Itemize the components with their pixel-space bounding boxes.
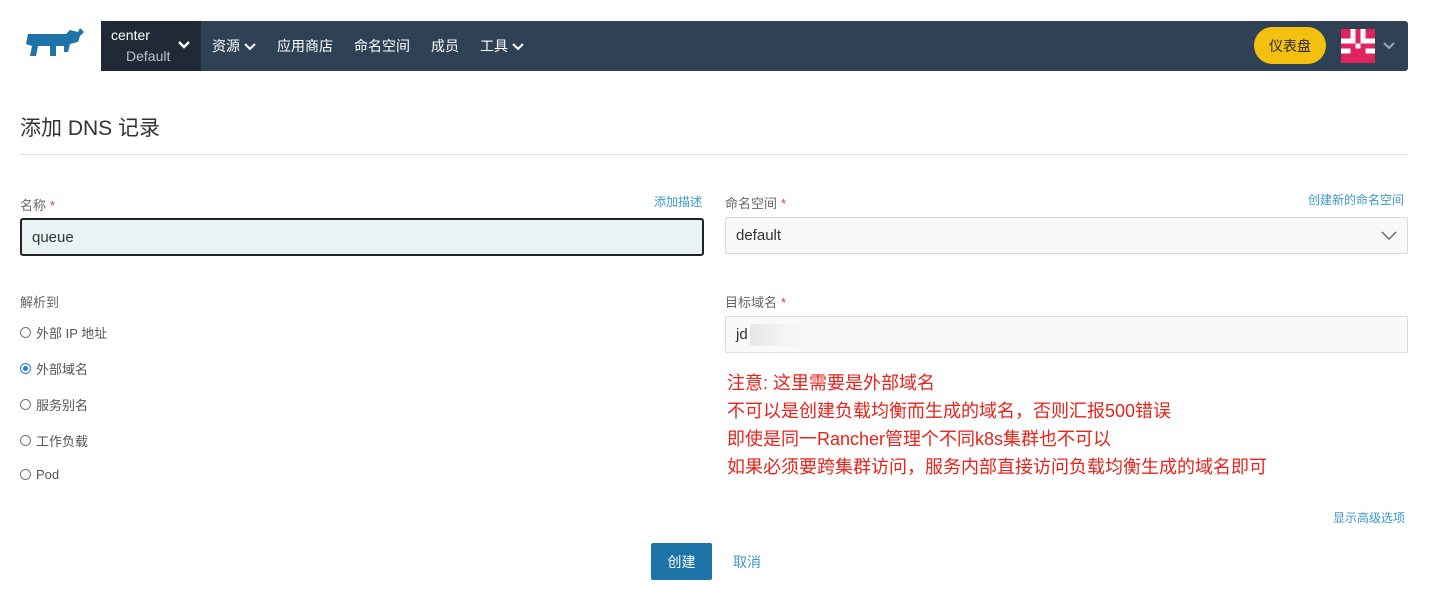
- target-domain-label: 目标域名 *: [725, 292, 786, 311]
- radio-icon[interactable]: [20, 469, 31, 480]
- nav-item-tools[interactable]: 工具: [480, 36, 524, 56]
- radio-checked-icon[interactable]: [20, 363, 31, 374]
- required-mark: *: [781, 295, 787, 310]
- target-domain-value: jd: [736, 326, 748, 343]
- radio-icon[interactable]: [20, 399, 31, 410]
- namespace-label: 命名空间 *: [725, 193, 786, 212]
- nav-item-label: 工具: [480, 38, 508, 54]
- chevron-down-icon: [178, 41, 190, 49]
- nav-item-app-store[interactable]: 应用商店: [277, 36, 333, 56]
- resolve-label: 解析到: [20, 295, 60, 310]
- chevron-down-icon: [512, 42, 524, 50]
- nav-item-namespaces[interactable]: 命名空间: [354, 36, 410, 56]
- required-mark: *: [781, 196, 787, 211]
- radio-icon[interactable]: [20, 435, 31, 446]
- nav-item-label: 应用商店: [277, 38, 333, 54]
- radio-label: 外部 IP 地址: [36, 326, 108, 341]
- dashboard-button[interactable]: 仪表盘: [1254, 27, 1326, 64]
- radio-pod[interactable]: Pod: [20, 467, 59, 482]
- create-namespace-link[interactable]: 创建新的命名空间: [1308, 191, 1404, 208]
- add-description-link[interactable]: 添加描述: [654, 193, 702, 210]
- radio-service-alias[interactable]: 服务别名: [20, 395, 88, 414]
- radio-label: 服务别名: [36, 398, 89, 413]
- user-avatar[interactable]: [1341, 29, 1375, 63]
- namespace-select[interactable]: default: [725, 217, 1408, 254]
- redacted-text: [749, 323, 808, 346]
- chevron-down-icon: [244, 42, 256, 50]
- cluster-project-switcher[interactable]: center Default: [101, 21, 201, 71]
- cancel-button[interactable]: 取消: [733, 552, 761, 572]
- create-button[interactable]: 创建: [651, 543, 712, 580]
- name-label-text: 名称: [20, 198, 47, 213]
- namespace-label-text: 命名空间: [725, 196, 778, 211]
- nav-item-label: 资源: [212, 38, 240, 54]
- chevron-down-icon[interactable]: [1382, 41, 1396, 51]
- radio-label: Pod: [36, 467, 60, 482]
- show-advanced-options-link[interactable]: 显示高级选项: [1333, 509, 1405, 526]
- radio-workload[interactable]: 工作负载: [20, 431, 88, 450]
- nav-item-label: 命名空间: [354, 38, 410, 54]
- annotation-line-3: 即使是同一Rancher管理个不同k8s集群也不可以: [727, 429, 1112, 449]
- main-nav: 资源 应用商店 命名空间 成员 工具: [212, 21, 545, 71]
- cluster-name: center: [111, 27, 150, 43]
- rancher-logo[interactable]: [20, 26, 92, 66]
- radio-icon[interactable]: [20, 327, 31, 338]
- nav-item-resources[interactable]: 资源: [212, 36, 256, 56]
- radio-external-domain[interactable]: 外部域名: [20, 359, 88, 378]
- target-domain-input[interactable]: jd: [725, 316, 1408, 353]
- annotation-line-1: 注意: 这里需要是外部域名: [727, 373, 936, 393]
- radio-label: 工作负载: [36, 434, 89, 449]
- nav-item-label: 成员: [431, 38, 459, 54]
- name-input[interactable]: queue: [20, 218, 704, 256]
- namespace-selected-value: default: [736, 227, 782, 244]
- nav-item-members[interactable]: 成员: [431, 36, 459, 56]
- top-nav-bar: center Default 资源 应用商店 命名空间 成员 工具 仪表盘: [101, 21, 1408, 71]
- project-name: Default: [126, 48, 171, 64]
- required-mark: *: [50, 198, 56, 213]
- radio-external-ip[interactable]: 外部 IP 地址: [20, 323, 107, 342]
- annotation-line-2: 不可以是创建负载均衡而生成的域名，否则汇报500错误: [727, 401, 1172, 421]
- radio-label: 外部域名: [36, 362, 89, 377]
- target-label-text: 目标域名: [725, 295, 778, 310]
- name-label: 名称 *: [20, 195, 55, 214]
- chevron-down-icon: [1381, 231, 1397, 240]
- page-title: 添加 DNS 记录: [20, 117, 161, 140]
- annotation-line-4: 如果必须要跨集群访问，服务内部直接访问负载均衡生成的域名即可: [727, 457, 1267, 477]
- title-divider: [20, 154, 1408, 155]
